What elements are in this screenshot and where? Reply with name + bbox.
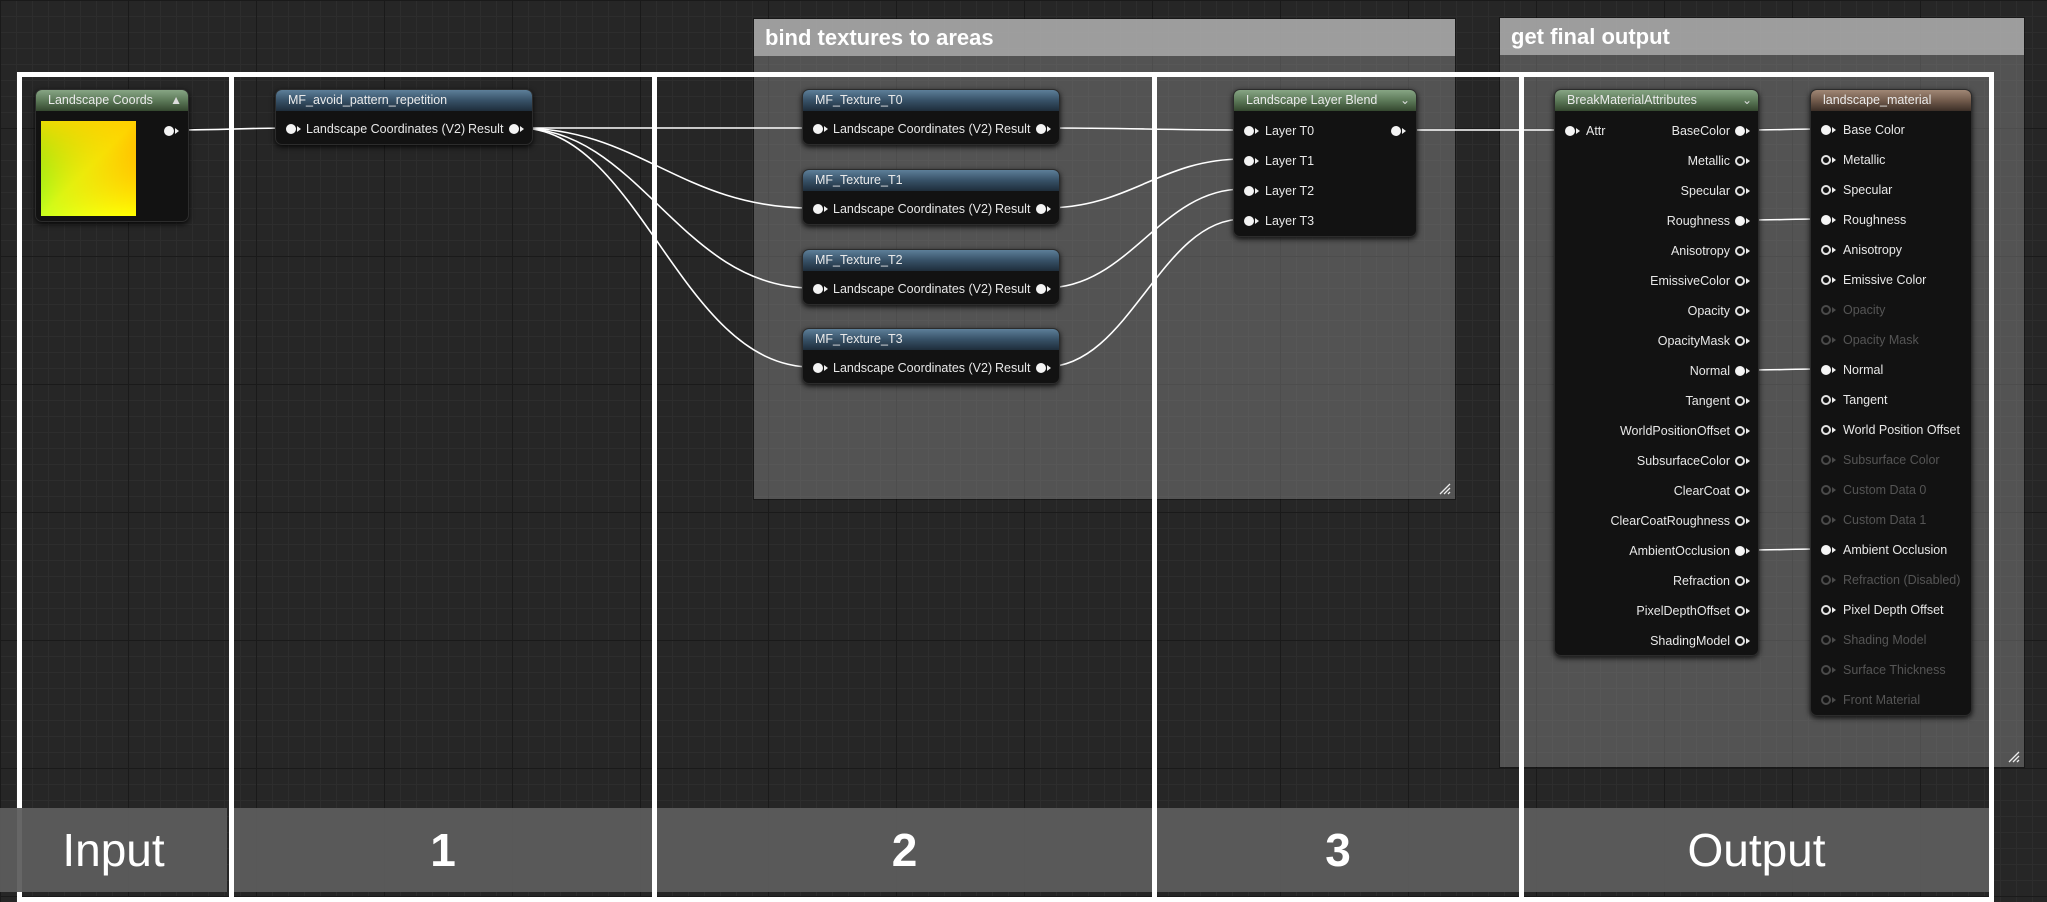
- section-label-2: 2: [657, 808, 1152, 892]
- section-frame-1: [229, 72, 657, 902]
- section-frame-3: [1152, 72, 1524, 902]
- section-label-input: Input: [0, 808, 227, 892]
- section-frame-output: [1519, 72, 1994, 902]
- section-label-output: Output: [1524, 808, 1989, 892]
- section-label-3: 3: [1157, 808, 1519, 892]
- section-frame-2: [652, 72, 1157, 902]
- section-frame-input: [17, 72, 234, 902]
- section-label-1: 1: [234, 808, 652, 892]
